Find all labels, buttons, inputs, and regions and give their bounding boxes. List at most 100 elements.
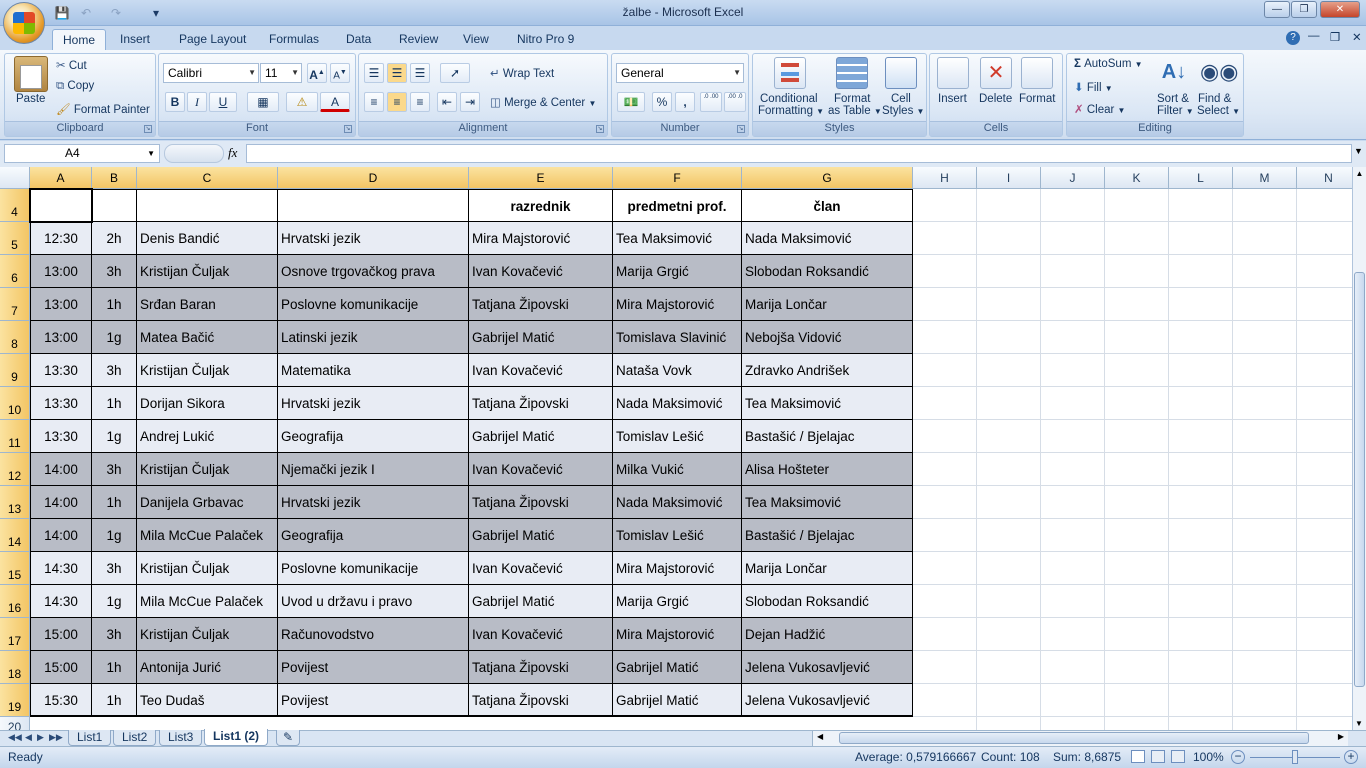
redo-icon[interactable]: ↷ xyxy=(108,5,124,21)
row-header[interactable]: 5 xyxy=(0,222,30,255)
tab-formulas[interactable]: Formulas xyxy=(259,29,329,51)
table-cell[interactable]: Latinski jezik xyxy=(278,321,469,354)
table-cell[interactable]: 14:30 xyxy=(30,552,92,585)
select-all-button[interactable] xyxy=(0,167,30,189)
table-cell[interactable]: 3h xyxy=(92,552,137,585)
customize-qat-icon[interactable]: ▾ xyxy=(148,5,164,21)
table-cell[interactable]: 13:30 xyxy=(30,354,92,387)
page-break-view-icon[interactable] xyxy=(1171,750,1185,763)
zoom-level[interactable]: 100% xyxy=(1193,747,1224,767)
table-cell[interactable]: 13:00 xyxy=(30,321,92,354)
fill-color-icon[interactable]: ⚠ xyxy=(286,92,318,112)
table-cell[interactable]: 14:30 xyxy=(30,585,92,618)
table-cell[interactable]: Antonija Jurić xyxy=(137,651,278,684)
table-cell[interactable]: 1g xyxy=(92,321,137,354)
table-cell[interactable]: Gabrijel Matić xyxy=(613,651,742,684)
format-as-table-label-2[interactable]: as Table ▼ xyxy=(828,105,882,117)
decrease-indent-icon[interactable]: ⇤ xyxy=(437,92,457,112)
orientation-icon[interactable]: ➚ xyxy=(440,63,470,83)
row-header[interactable]: 14 xyxy=(0,519,30,552)
table-cell[interactable]: Bastašić / Bjelajac xyxy=(742,420,913,453)
table-cell[interactable]: Tomislav Lešić xyxy=(613,420,742,453)
table-cell[interactable]: Gabrijel Matić xyxy=(469,321,613,354)
table-cell[interactable]: Kristijan Čuljak xyxy=(137,354,278,387)
table-cell[interactable]: 14:00 xyxy=(30,486,92,519)
horizontal-scroll-thumb[interactable] xyxy=(839,732,1309,744)
table-cell[interactable]: Računovodstvo xyxy=(278,618,469,651)
table-cell[interactable]: Slobodan Roksandić xyxy=(742,585,913,618)
decrease-decimal-button[interactable]: .00 .0 xyxy=(724,92,746,112)
formula-bar-handle[interactable] xyxy=(164,144,224,163)
table-cell[interactable]: Kristijan Čuljak xyxy=(137,453,278,486)
column-header-b[interactable]: B xyxy=(92,167,137,189)
font-name-select[interactable]: Calibri ▼ xyxy=(163,63,259,83)
scroll-down-icon[interactable]: ▼ xyxy=(1355,719,1363,728)
table-cell[interactable]: Tea Maksimović xyxy=(742,387,913,420)
table-cell[interactable]: Alisa Hošteter xyxy=(742,453,913,486)
bold-button[interactable]: B xyxy=(165,92,185,112)
vertical-scroll-thumb[interactable] xyxy=(1354,272,1365,687)
table-cell[interactable]: Ivan Kovačević xyxy=(469,255,613,288)
conditional-formatting-label[interactable]: Conditional xyxy=(760,93,818,105)
row-header[interactable]: 17 xyxy=(0,618,30,651)
table-cell[interactable]: Tomislav Lešić xyxy=(613,519,742,552)
percent-button[interactable]: % xyxy=(652,92,672,112)
table-cell[interactable]: Kristijan Čuljak xyxy=(137,618,278,651)
autosum-button[interactable]: Σ AutoSum ▼ xyxy=(1074,58,1143,70)
header-cell[interactable] xyxy=(278,189,469,222)
table-cell[interactable]: Nataša Vovk xyxy=(613,354,742,387)
format-painter-button[interactable]: 🖌 Format Painter xyxy=(56,102,150,116)
zoom-out-icon[interactable]: − xyxy=(1231,750,1245,764)
table-cell[interactable]: Nada Maksimović xyxy=(613,387,742,420)
table-cell[interactable]: Andrej Lukić xyxy=(137,420,278,453)
sheet-tab-list1[interactable]: List1 xyxy=(68,730,112,746)
row-header[interactable]: 19 xyxy=(0,684,30,717)
table-cell[interactable]: Geografija xyxy=(278,420,469,453)
row-header[interactable]: 8 xyxy=(0,321,30,354)
italic-button[interactable]: I xyxy=(187,92,207,112)
office-button[interactable] xyxy=(3,2,45,44)
sheet-next-icon[interactable]: ▶ xyxy=(37,732,44,743)
increase-indent-icon[interactable]: ⇥ xyxy=(460,92,480,112)
zoom-in-icon[interactable]: + xyxy=(1344,750,1358,764)
table-cell[interactable]: 3h xyxy=(92,618,137,651)
table-cell[interactable]: Mira Majstorović xyxy=(469,222,613,255)
table-cell[interactable]: Hrvatski jezik xyxy=(278,387,469,420)
wrap-text-button[interactable]: ↵ Wrap Text xyxy=(490,66,554,80)
table-cell[interactable]: Bastašić / Bjelajac xyxy=(742,519,913,552)
cell-styles-label[interactable]: Cell xyxy=(891,93,911,105)
table-cell[interactable]: Matea Bačić xyxy=(137,321,278,354)
column-header-f[interactable]: F xyxy=(613,167,742,189)
paste-button[interactable]: Paste xyxy=(16,93,45,105)
table-cell[interactable]: Mila McCue Palaček xyxy=(137,519,278,552)
borders-icon[interactable]: ▦ xyxy=(247,92,279,112)
tab-data[interactable]: Data xyxy=(336,29,381,51)
find-select-label-2[interactable]: Select ▼ xyxy=(1197,105,1240,117)
cell-styles-label-2[interactable]: Styles ▼ xyxy=(882,105,924,117)
table-cell[interactable]: Gabrijel Matić xyxy=(613,684,742,717)
insert-function-icon[interactable]: fx xyxy=(228,145,237,161)
formula-input[interactable] xyxy=(246,144,1352,163)
increase-decimal-button[interactable]: .0 .00 xyxy=(700,92,722,112)
workbook-close-icon[interactable]: ✕ xyxy=(1352,30,1362,44)
row-header[interactable]: 13 xyxy=(0,486,30,519)
table-cell[interactable]: Marija Grgić xyxy=(613,255,742,288)
table-cell[interactable]: Njemački jezik I xyxy=(278,453,469,486)
table-cell[interactable]: 1h xyxy=(92,387,137,420)
column-header-a[interactable]: A xyxy=(30,167,92,189)
cell-styles-icon[interactable] xyxy=(885,57,917,89)
header-cell[interactable] xyxy=(30,189,92,222)
table-cell[interactable]: Poslovne komunikacije xyxy=(278,552,469,585)
table-cell[interactable]: Ivan Kovačević xyxy=(469,453,613,486)
tab-insert[interactable]: Insert xyxy=(110,29,160,51)
row-header[interactable]: 12 xyxy=(0,453,30,486)
table-cell[interactable]: 13:30 xyxy=(30,387,92,420)
table-cell[interactable]: Mira Majstorović xyxy=(613,552,742,585)
table-cell[interactable]: Povijest xyxy=(278,684,469,717)
sheet-tab-list2[interactable]: List2 xyxy=(113,730,157,746)
table-cell[interactable]: Osnove trgovačkog prava xyxy=(278,255,469,288)
table-cell[interactable]: Nada Maksimović xyxy=(742,222,913,255)
column-header-l[interactable]: L xyxy=(1169,167,1233,189)
header-cell[interactable]: predmetni prof. xyxy=(613,189,742,222)
column-header-d[interactable]: D xyxy=(278,167,469,189)
